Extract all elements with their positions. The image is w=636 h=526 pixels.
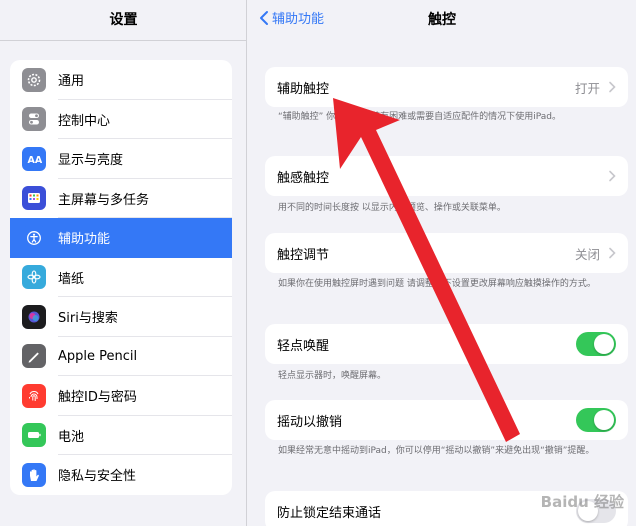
- back-button-label: 辅助功能: [272, 12, 325, 27]
- sidebar-item-label: 墙纸: [58, 271, 85, 287]
- sidebar-item-general[interactable]: 通用: [10, 60, 232, 100]
- gear-icon: [22, 67, 46, 92]
- sidebar-divider: [0, 40, 247, 41]
- app-grid-icon: [22, 186, 46, 211]
- toggle-knob: [594, 334, 614, 354]
- assistive-touch-footnote: “辅助触控” 你在触摸屏幕有困难或需要自适应配件的情况下使用iPad。: [278, 112, 561, 122]
- sidebar-item-label: Siri与搜索: [58, 311, 118, 327]
- tap-to-wake-footnote: 轻点显示器时，唤醒屏幕。: [278, 371, 387, 381]
- sidebar-item-label: 隐私与安全性: [58, 469, 137, 485]
- sidebar-item-label: 通用: [58, 74, 85, 90]
- sidebar-item-label: 辅助功能: [58, 232, 111, 248]
- sidebar-item-home-screen-multitasking[interactable]: 主屏幕与多任务: [10, 179, 232, 218]
- row-label: 轻点唤醒: [277, 338, 330, 354]
- toggle-knob: [594, 410, 614, 430]
- svg-text:AA: AA: [28, 155, 43, 166]
- assistive-touch-row[interactable]: 辅助触控 打开: [265, 67, 628, 107]
- sidebar-item-wallpaper[interactable]: 墙纸: [10, 258, 232, 297]
- sidebar-item-battery[interactable]: 电池: [10, 416, 232, 455]
- sidebar-item-apple-pencil[interactable]: Apple Pencil: [10, 337, 232, 376]
- pencil-icon: [22, 344, 46, 369]
- shake-to-undo-footnote: 如果经常无意中摇动到iPad，你可以停用“摇动以撤销”来避免出现“撤销”提醒。: [278, 446, 595, 456]
- row-label: 触控调节: [277, 247, 330, 263]
- row-value: 打开: [574, 80, 600, 96]
- accessibility-icon: [22, 225, 46, 250]
- sidebar-title: 设置: [109, 12, 138, 28]
- row-label: 摇动以撤销: [277, 414, 343, 430]
- toggles-icon: [22, 107, 46, 132]
- row-label: 触感触控: [277, 170, 330, 186]
- sidebar-item-label: 显示与亮度: [58, 153, 124, 169]
- toggle-knob: [578, 501, 598, 521]
- flower-icon: [22, 265, 46, 290]
- touch-accommodations-footnote: 如果你在使用触控屏时遇到问题 请调整以下设置更改屏幕响应触摸操作的方式。: [278, 279, 596, 289]
- prevent-lock-end-call-row: 防止锁定结束通话: [265, 491, 628, 526]
- shake-to-undo-row: 摇动以撤销: [265, 400, 628, 440]
- sidebar-item-label: 电池: [58, 429, 85, 445]
- siri-icon: [22, 304, 46, 329]
- touch-accommodations-row[interactable]: 触控调节 关闭: [265, 233, 628, 273]
- sidebar-item-label: 控制中心: [58, 113, 111, 129]
- sidebar-item-touch-id-passcode[interactable]: 触控ID与密码: [10, 376, 232, 416]
- prevent-lock-end-call-toggle[interactable]: [576, 499, 616, 523]
- sidebar-item-display-brightness[interactable]: AA 显示与亮度: [10, 139, 232, 179]
- sidebar-list: 通用 控制中心 AA 显示与亮度 主屏幕与多任务 辅助功能 墙纸 Siri与搜索…: [10, 60, 232, 495]
- fingerprint-icon: [22, 383, 46, 408]
- touch-settings-pane: 辅助功能 触控 辅助触控 打开 “辅助触控” 你在触摸屏幕有困难或需要自适应配件…: [248, 0, 636, 526]
- chevron-left-icon: [260, 10, 268, 25]
- aa-icon: AA: [22, 146, 46, 171]
- chevron-right-icon: [609, 81, 616, 93]
- sidebar-item-siri-search[interactable]: Siri与搜索: [10, 297, 232, 337]
- sidebar-item-accessibility[interactable]: 辅助功能: [10, 218, 232, 258]
- settings-sidebar: 设置 通用 控制中心 AA 显示与亮度 主屏幕与多任务 辅助功能 墙纸 Siri…: [0, 0, 247, 526]
- haptic-touch-row[interactable]: 触感触控: [265, 156, 628, 196]
- hand-icon: [22, 462, 46, 487]
- sidebar-item-label: 主屏幕与多任务: [58, 192, 150, 208]
- row-label: 防止锁定结束通话: [277, 505, 382, 521]
- sidebar-item-control-center[interactable]: 控制中心: [10, 100, 232, 139]
- back-button[interactable]: 辅助功能: [258, 8, 324, 27]
- sidebar-item-privacy-security[interactable]: 隐私与安全性: [10, 455, 232, 495]
- sidebar-item-label: 触控ID与密码: [58, 390, 137, 406]
- row-value: 关闭: [574, 246, 600, 262]
- tap-to-wake-toggle[interactable]: [576, 332, 616, 356]
- row-label: 辅助触控: [277, 81, 330, 97]
- haptic-touch-footnote: 用不同的时间长度按 以显示内容预览、操作或关联菜单。: [278, 203, 506, 213]
- battery-icon: [22, 423, 46, 448]
- chevron-right-icon: [609, 170, 616, 182]
- sidebar-item-label: Apple Pencil: [58, 348, 138, 364]
- tap-to-wake-row: 轻点唤醒: [265, 324, 628, 364]
- chevron-right-icon: [609, 247, 616, 259]
- shake-to-undo-toggle[interactable]: [576, 408, 616, 432]
